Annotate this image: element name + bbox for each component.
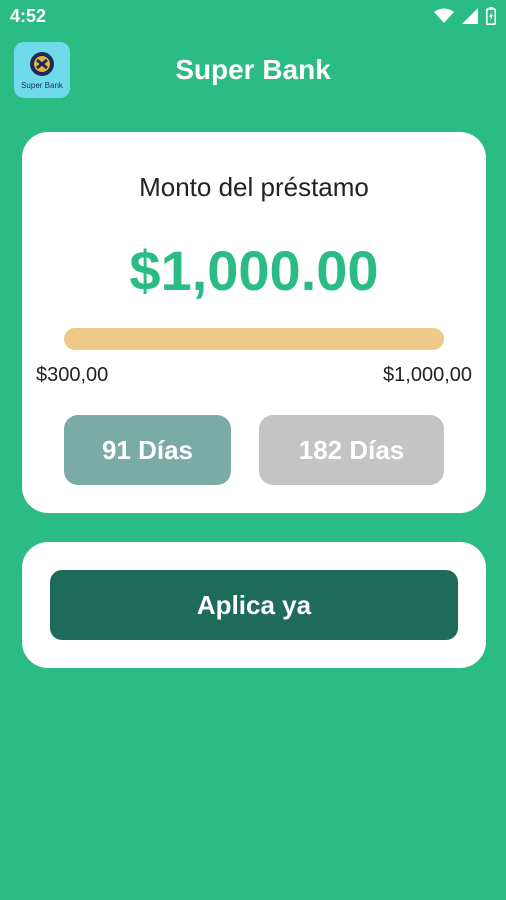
signal-icon [462,8,478,24]
slider-min-label: $300,00 [36,364,109,386]
apply-now-button[interactable]: Aplica ya [50,570,458,640]
wifi-icon [434,8,454,24]
loan-card: Monto del préstamo $1,000.00 $300,00 $1,… [22,132,486,513]
status-bar: 4:52 [0,0,506,34]
app-title: Super Bank [175,54,331,85]
battery-icon [486,7,496,25]
apply-card: Aplica ya [22,542,486,668]
loan-amount-value: $1,000.00 [129,239,379,302]
loan-amount-label: Monto del préstamo [139,172,369,202]
status-time: 4:52 [10,6,47,26]
loan-amount-slider[interactable] [64,328,444,350]
slider-max-label: $1,000,00 [383,364,472,386]
app-header: Super Bank Super Bank [0,40,506,100]
term-91-days-button[interactable]: 91 Días [64,415,231,485]
term-182-days-button[interactable]: 182 Días [259,415,444,485]
status-icons [434,7,496,25]
